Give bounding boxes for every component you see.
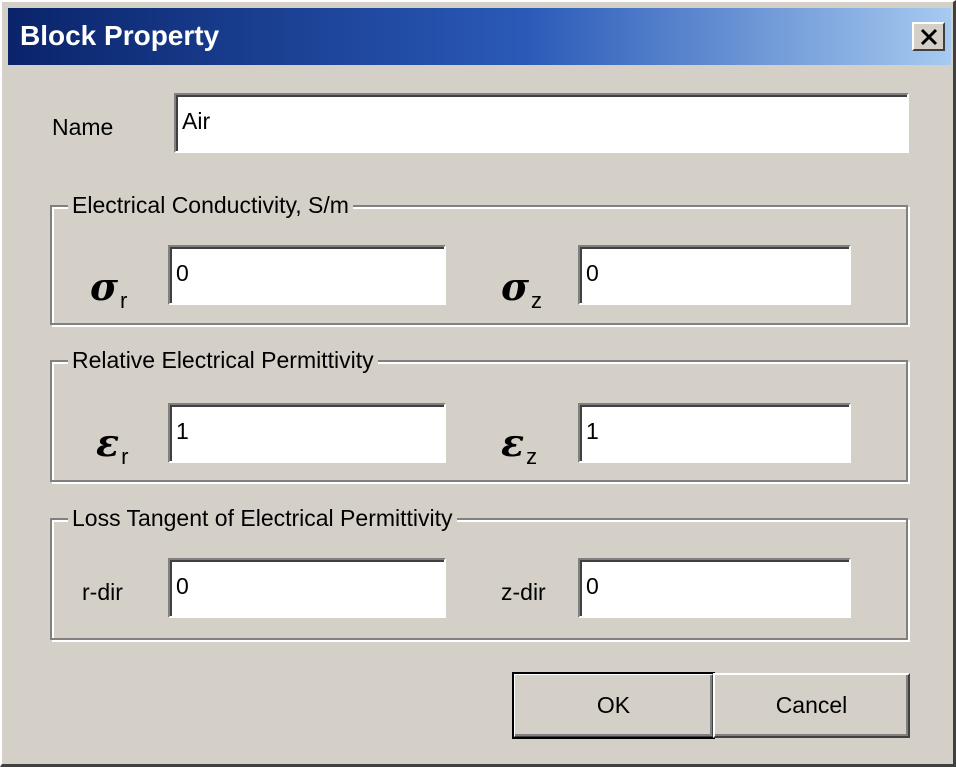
name-label: Name (52, 114, 114, 140)
loss-z-field[interactable] (578, 558, 851, 618)
loss-tangent-group-title: Loss Tangent of Electrical Permittivity (68, 504, 457, 532)
permittivity-group-title: Relative Electrical Permittivity (68, 346, 378, 374)
name-field[interactable] (174, 93, 909, 153)
loss-r-field[interactable] (168, 558, 446, 618)
epsilon-r-symbol: εr (96, 420, 129, 469)
ok-button[interactable]: OK (512, 672, 715, 739)
close-icon (920, 28, 938, 46)
conductivity-group-title: Electrical Conductivity, S/m (68, 191, 353, 219)
loss-r-input[interactable] (176, 572, 440, 600)
block-property-dialog: Block Property Name Electrical Conductiv… (0, 0, 956, 767)
epsilon-r-field[interactable] (168, 403, 446, 463)
epsilon-z-field[interactable] (578, 403, 851, 463)
name-input[interactable] (182, 107, 903, 135)
z-dir-label: z-dir (501, 579, 546, 605)
sigma-z-symbol: σz (501, 264, 543, 313)
title-bar[interactable]: Block Property (8, 8, 951, 65)
epsilon-z-symbol: εz (501, 420, 538, 469)
loss-z-input[interactable] (586, 572, 845, 600)
sigma-z-field[interactable] (578, 245, 851, 305)
sigma-z-input[interactable] (586, 259, 845, 287)
r-dir-label: r-dir (82, 579, 123, 605)
sigma-r-symbol: σr (90, 264, 128, 313)
window-title: Block Property (20, 20, 220, 51)
epsilon-r-input[interactable] (176, 417, 440, 445)
cancel-button[interactable]: Cancel (713, 673, 910, 738)
sigma-r-field[interactable] (168, 245, 446, 305)
sigma-r-input[interactable] (176, 259, 440, 287)
close-button[interactable] (912, 22, 945, 51)
epsilon-z-input[interactable] (586, 417, 845, 445)
